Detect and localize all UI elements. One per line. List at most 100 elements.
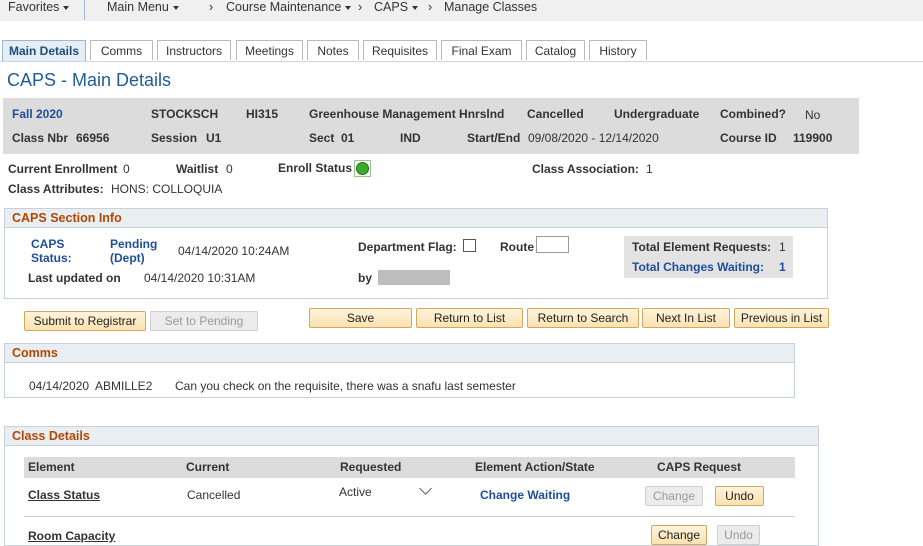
set-to-pending-button[interactable]: Set to Pending [150,311,258,331]
breadcrumb-course-maintenance[interactable]: Course Maintenance [226,0,352,14]
tab-history[interactable]: History [589,40,647,60]
undo-button[interactable]: Undo [717,525,760,545]
tab-comms[interactable]: Comms [90,40,153,60]
element-room-capacity-link[interactable]: Room Capacity [28,529,115,543]
caps-status-label-line1: CAPS [31,237,65,251]
total-changes-waiting-value: 1 [779,260,786,274]
sect-label: Sect [309,131,335,145]
current-enrollment-value: 0 [123,162,130,176]
column-current: Current [186,460,230,474]
comms-title: Comms [5,344,794,363]
career-value: Undergraduate [614,107,700,121]
caps-section-info-title: CAPS Section Info [5,209,827,228]
favorites-menu[interactable]: Favorites [8,0,70,14]
favorites-label: Favorites [8,0,60,14]
row-divider [24,516,795,517]
dropdown-caret-icon [172,5,179,10]
return-to-search-button[interactable]: Return to Search [527,308,639,328]
course-value: HI315 [246,107,279,121]
tab-catalog[interactable]: Catalog [526,40,585,60]
caps-status-label-line2: Status: [31,251,72,265]
return-to-list-button[interactable]: Return to List [416,308,523,328]
tab-requisites[interactable]: Requisites [363,40,437,60]
tabs-underline [0,61,923,62]
department-flag-checkbox[interactable] [463,239,476,252]
breadcrumb-label: Course Maintenance [226,0,342,14]
caps-status-value-line1: Pending [110,237,158,251]
previous-in-list-button[interactable]: Previous in List [734,308,829,328]
caps-status-date: 04/14/2020 10:24AM [178,244,290,258]
main-menu[interactable]: Main Menu [107,0,179,14]
main-menu-label: Main Menu [107,0,169,14]
chevron-right-icon: › [358,0,363,14]
current-enrollment-label: Current Enrollment [8,162,118,176]
route-label: Route [500,240,534,254]
waitlist-value: 0 [226,162,233,176]
session-value: U1 [206,131,222,145]
requested-select[interactable]: Active [339,485,372,499]
class-association-value: 1 [646,162,653,176]
start-end-label: Start/End [467,131,521,145]
last-updated-value: 04/14/2020 10:31AM [144,271,256,285]
undo-button[interactable]: Undo [715,486,764,506]
breadcrumb-manage-classes[interactable]: Manage Classes [444,0,537,14]
class-nbr-value: 66956 [76,131,110,145]
column-requested: Requested [340,460,402,474]
redacted-user [378,270,450,285]
element-class-status-link[interactable]: Class Status [28,488,100,502]
tab-meetings[interactable]: Meetings [236,40,303,60]
element-action-state: Change Waiting [480,488,571,502]
dropdown-caret-icon [412,5,419,10]
dropdown-caret-icon [345,5,352,10]
department-flag-label: Department Flag: [358,240,457,254]
comm-user: ABMILLE2 [95,379,153,393]
session-label: Session [151,131,198,145]
dropdown-caret-icon [63,5,70,10]
class-status-value: Cancelled [527,107,584,121]
nav-divider [84,0,85,20]
caps-status-value-line2: (Dept) [110,251,145,265]
waitlist-label: Waitlist [176,162,219,176]
total-changes-waiting-label: Total Changes Waiting: [632,260,764,274]
class-details-title: Class Details [5,427,818,446]
column-element-action-state: Element Action/State [475,460,595,474]
combined-label: Combined? [720,107,786,121]
class-nbr-label: Class Nbr [12,131,69,145]
column-element: Element [28,460,75,474]
top-navigation-bar: Favorites Main Menu › Course Maintenance… [0,0,923,21]
page-title: CAPS - Main Details [7,70,172,90]
total-element-requests-label: Total Element Requests: [632,240,772,254]
enroll-status-open-icon [356,162,369,175]
tab-notes[interactable]: Notes [307,40,359,60]
component-value: IND [400,131,421,145]
start-end-value: 09/08/2020 - 12/14/2020 [528,131,659,145]
comm-date: 04/14/2020 [29,379,90,393]
breadcrumb-caps[interactable]: CAPS [374,0,419,14]
route-input[interactable] [536,236,569,253]
updated-by-label: by [358,271,373,285]
class-attributes-value: HONS: COLLOQUIA [111,182,223,196]
course-title-value: Greenhouse Management Hnrslnd [309,107,505,121]
combined-value: No [805,108,821,122]
chevron-right-icon: › [428,0,433,14]
next-in-list-button[interactable]: Next In List [642,308,730,328]
breadcrumb-label: CAPS [374,0,409,14]
term-value: Fall 2020 [12,107,63,121]
course-id-label: Course ID [720,131,777,145]
column-caps-request: CAPS Request [657,460,742,474]
change-button[interactable]: Change [645,486,703,506]
class-attributes-label: Class Attributes: [8,182,104,196]
course-id-value: 119900 [793,131,833,145]
tab-final-exam[interactable]: Final Exam [441,40,522,60]
institution-value: STOCKSCH [151,107,219,121]
enroll-status-label: Enroll Status [278,161,353,175]
tab-main-details[interactable]: Main Details [2,40,86,62]
current-value: Cancelled [187,488,241,502]
total-element-requests-value: 1 [779,240,786,254]
tab-instructors[interactable]: Instructors [157,40,231,60]
last-updated-label: Last updated on [28,271,121,285]
submit-to-registrar-button[interactable]: Submit to Registrar [24,311,146,331]
save-button[interactable]: Save [309,308,412,328]
chevron-right-icon: › [209,0,214,14]
change-button[interactable]: Change [651,525,707,545]
